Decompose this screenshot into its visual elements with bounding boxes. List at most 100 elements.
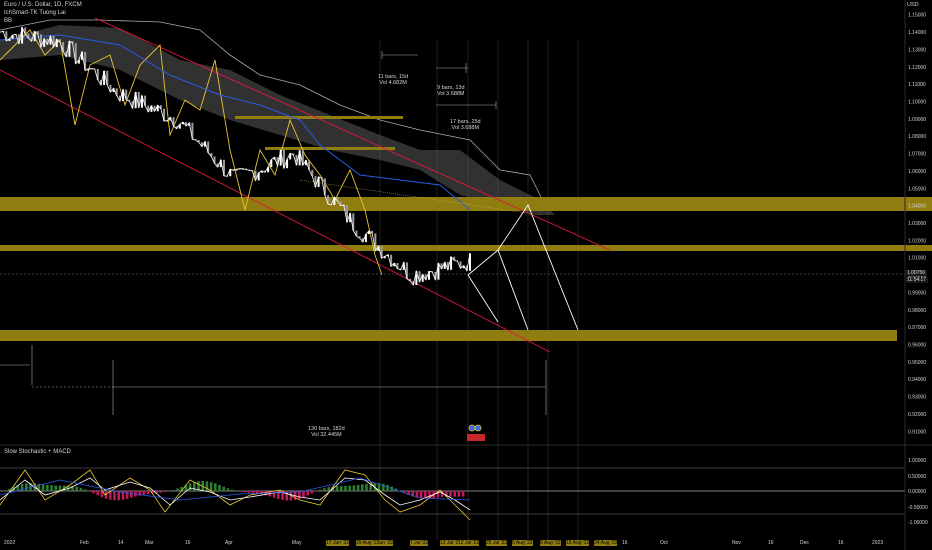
- osc-tick-label: 0.00000: [908, 489, 926, 495]
- price-tick-label: 0.94000: [908, 377, 926, 383]
- chart-canvas[interactable]: 1.15000 1.14000 1.13000 1.12000 1.11000 1.100…: [0, 0, 932, 550]
- time-label: 14: [118, 540, 124, 546]
- macd-bar: [449, 491, 452, 497]
- macd-bar: [251, 491, 255, 494]
- time-label: May: [292, 540, 302, 546]
- macd-bar: [214, 483, 217, 491]
- measure-label-3: 17 bars, 25d Vol 3.688M: [450, 119, 481, 131]
- time-highlight: 24 Aug '22: [594, 540, 618, 546]
- price-tick-label: 1.08000: [908, 134, 926, 140]
- price-tick-label: 0.95000: [908, 360, 926, 366]
- zone-1-02: [0, 245, 932, 251]
- macd-bar: [457, 491, 461, 497]
- time-highlight: 12 Jul '22: [458, 540, 480, 546]
- price-tick-label: 0.93000: [908, 395, 926, 401]
- price-tick-label: 1.15000: [908, 13, 926, 19]
- macd-bar: [344, 485, 347, 491]
- currency-label: USD: [907, 2, 919, 8]
- macd-bar: [176, 488, 179, 491]
- price-tick-label: 1.10000: [908, 99, 926, 105]
- time-highlight: 29 Aug '22: [356, 540, 380, 546]
- macd-bar: [222, 486, 225, 491]
- macd-bar: [79, 487, 83, 491]
- macd-bar: [75, 486, 78, 491]
- time-highlight: 25 Jul '22: [486, 540, 508, 546]
- price-tick-label: 1.13000: [908, 47, 926, 53]
- price-tick-label: 0.99000: [908, 290, 926, 296]
- time-label: 2022: [4, 540, 16, 546]
- macd-bar: [41, 484, 45, 491]
- macd-bar: [365, 483, 368, 491]
- indicator-bb[interactable]: BB: [4, 18, 12, 24]
- time-label: 16: [622, 540, 628, 546]
- macd-bar: [319, 489, 322, 491]
- macd-bar: [323, 488, 326, 491]
- flag-icon[interactable]: [467, 434, 485, 441]
- zone-1-08: [265, 147, 395, 150]
- macd-bar: [159, 491, 162, 493]
- price-tick-label: 0.92000: [908, 412, 926, 418]
- price-tick-label: 1.04000: [908, 204, 926, 210]
- event-icon[interactable]: [474, 424, 482, 432]
- macd-bar: [243, 491, 246, 493]
- macd-bar: [130, 491, 133, 498]
- macd-bar: [226, 488, 230, 491]
- macd-bar: [54, 485, 57, 491]
- macd-bar: [352, 485, 356, 491]
- indicator-ichimoku[interactable]: IchSmart-TK Tuong Lai: [4, 10, 66, 16]
- macd-bar: [188, 483, 192, 491]
- macd-bar: [419, 491, 423, 499]
- macd-bar: [461, 491, 465, 497]
- macd-bar: [453, 491, 456, 497]
- macd-bar: [172, 489, 175, 491]
- macd-bar: [117, 491, 120, 501]
- time-highlight: 7 Jul '22: [410, 540, 429, 546]
- macd-bar: [205, 481, 209, 491]
- macd-bar: [146, 491, 150, 495]
- event-icon[interactable]: [468, 424, 476, 432]
- time-highlight: 15 Aug '22: [566, 540, 590, 546]
- price-tick-label: 1.03000: [908, 221, 926, 227]
- macd-bar: [50, 485, 53, 491]
- measure-label-1: 11 bars, 15d Vol 4.682M: [378, 74, 409, 86]
- osc-tick-label: 0.50000: [908, 474, 926, 480]
- price-tick-label: 1.02000: [908, 238, 926, 244]
- macd-bar: [125, 491, 129, 499]
- macd-bar: [83, 489, 87, 491]
- price-tick-label: 1.12000: [908, 65, 926, 71]
- macd-bar: [361, 484, 364, 491]
- macd-bar: [25, 483, 28, 491]
- time-label: 16: [185, 540, 191, 546]
- osc-title[interactable]: Slow Stochastic + MACD: [4, 449, 71, 455]
- time-label: Nov: [732, 540, 741, 546]
- last-price-tag: 1.00756: [905, 270, 928, 276]
- time-label: Apr: [225, 540, 233, 546]
- time-label: 2023: [872, 540, 884, 546]
- macd-bar: [163, 491, 167, 493]
- macd-bar: [382, 483, 385, 491]
- macd-bar: [335, 486, 339, 491]
- macd-bar: [386, 484, 389, 491]
- osc-tick-label: -1.00000: [908, 520, 928, 526]
- price-tick-label: 1.09000: [908, 117, 926, 123]
- price-tick-label: 0.91000: [908, 429, 926, 435]
- price-tick-label: 1.11000: [908, 82, 926, 88]
- price-tick-label: 1.07000: [908, 152, 926, 158]
- time-highlight: 5 Aug '22: [512, 540, 533, 546]
- osc-tick-label: 1.00000: [908, 458, 926, 464]
- price-tick-label: 1.14000: [908, 30, 926, 36]
- time-label: Feb: [80, 540, 89, 546]
- price-tick-label: 0.97000: [908, 325, 926, 331]
- macd-bar: [327, 487, 330, 491]
- price-tick-label: 1.01000: [908, 256, 926, 262]
- time-label: 16: [838, 540, 844, 546]
- price-tick-label: 0.98000: [908, 308, 926, 314]
- price-tick-label: 0.96000: [908, 343, 926, 349]
- price-tick-label: 1.06000: [908, 169, 926, 175]
- time-axis[interactable]: 2022 Feb 14 Mar 16 Apr May Oct Nov 16 De…: [0, 540, 905, 550]
- macd-bar: [340, 485, 343, 491]
- measure-label-2: 9 bars, 13d Vol 3.688M: [437, 85, 465, 97]
- macd-bar: [306, 491, 309, 496]
- price-tick-label: 1.05000: [908, 186, 926, 192]
- macd-bar: [218, 484, 221, 491]
